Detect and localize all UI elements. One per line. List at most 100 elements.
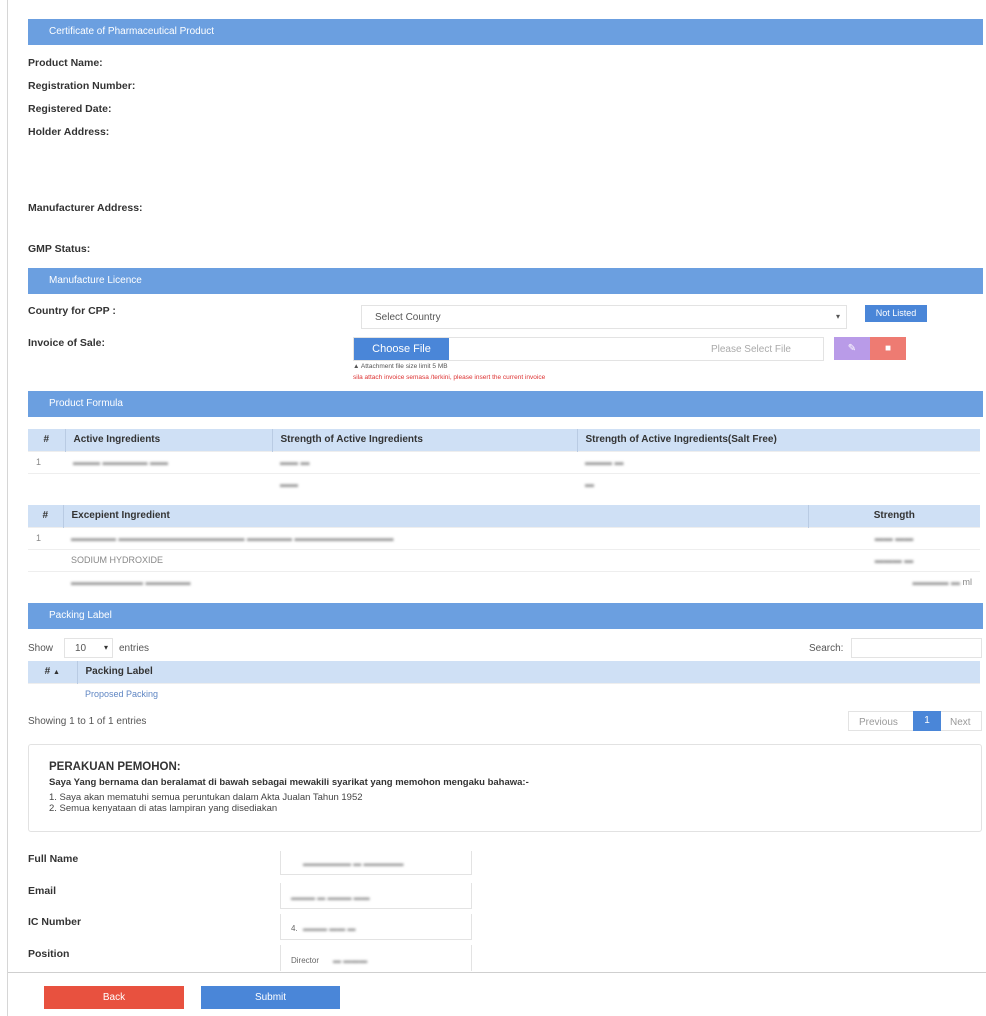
pencil-icon: ✎ — [847, 343, 857, 354]
country-label: Country for CPP : — [28, 305, 116, 317]
declaration-title: PERAKUAN PEMOHON: — [49, 761, 181, 773]
back-button[interactable]: Back — [44, 986, 184, 1009]
invoice-label: Invoice of Sale: — [28, 337, 106, 349]
col-excipient: Excepient Ingredient — [63, 505, 809, 527]
table-header-row: # Excepient Ingredient Strength — [28, 505, 980, 527]
cell-strength: ▬▬▬▬ ▬ ml — [808, 570, 980, 593]
cell-index: 1 — [28, 526, 63, 549]
cell-ingredient — [65, 472, 272, 495]
full-name-value: ▬▬▬▬▬▬ ▬ ▬▬▬▬▬ — [303, 859, 404, 868]
chevron-down-icon: ▾ — [835, 312, 840, 321]
showing-entries: Showing 1 to 1 of 1 entries — [28, 716, 147, 727]
cell-ingredient: ▬▬▬ ▬▬▬▬▬ ▬▬ — [65, 450, 272, 473]
choose-file-button[interactable]: Choose File — [354, 338, 449, 360]
cell-index — [28, 548, 63, 571]
cell-excipient: SODIUM HYDROXIDE — [63, 548, 808, 571]
manufacturer-address-label: Manufacturer Address: — [28, 202, 143, 214]
declaration-box: PERAKUAN PEMOHON: Saya Yang bernama dan … — [28, 744, 982, 832]
table-row: SODIUM HYDROXIDE ▬▬▬ ▬ — [28, 548, 980, 571]
packing-label-table: # ▲ Packing Label Proposed Packing — [28, 661, 980, 705]
position-field[interactable]: Director ▬ ▬▬▬ — [280, 945, 472, 971]
search-input[interactable] — [851, 638, 982, 658]
search-label: Search: — [809, 643, 844, 654]
chevron-down-icon: ▾ — [103, 643, 108, 652]
entries-label: entries — [119, 643, 150, 654]
col-strength: Strength of Active Ingredients — [272, 429, 578, 451]
position-redacted: ▬ ▬▬▬ — [333, 956, 368, 965]
cell-strength: ▬▬ ▬ — [272, 450, 577, 473]
invoice-warning: sila attach invoice semasa /terkini, ple… — [353, 374, 546, 381]
holder-address-label: Holder Address: — [28, 126, 110, 138]
table-row: Proposed Packing — [28, 682, 980, 705]
cell-index — [28, 570, 63, 593]
cell-strength-salt-free: ▬ — [577, 472, 980, 495]
full-name-label: Full Name — [28, 853, 79, 865]
table-header-row: # Active Ingredients Strength of Active … — [28, 429, 980, 451]
warning-icon: ▲ — [353, 363, 361, 370]
delete-file-button[interactable]: ■ — [870, 337, 906, 360]
country-select[interactable]: Select Country ▾ — [361, 305, 847, 329]
section-header-packing: Packing Label — [28, 603, 983, 629]
section-title: Manufacture Licence — [49, 275, 142, 286]
ic-number-redacted: ▬▬▬ ▬▬ ▬ — [303, 924, 356, 933]
previous-button[interactable]: Previous — [859, 717, 898, 728]
table-row: ▬▬ ▬ — [28, 472, 980, 495]
sort-asc-icon: ▲ — [52, 669, 60, 677]
attachment-note-text: Attachment file size limit 5 MB — [360, 363, 448, 370]
file-placeholder: Please Select File — [710, 344, 791, 355]
page-left-rule — [7, 0, 8, 1016]
declaration-item-1: 1. Saya akan mematuhi semua peruntukan d… — [49, 792, 363, 803]
next-button[interactable]: Next — [950, 717, 971, 728]
section-title: Packing Label — [49, 610, 112, 621]
full-name-field[interactable]: ▬▬▬▬▬▬ ▬ ▬▬▬▬▬ — [280, 851, 472, 875]
col-index-label: # — [44, 666, 51, 678]
section-header-cpp: Certificate of Pharmaceutical Product — [28, 19, 983, 45]
registration-number-label: Registration Number: — [28, 80, 136, 92]
not-listed-button[interactable]: Not Listed — [865, 305, 927, 322]
page-1-button[interactable]: 1 — [913, 711, 941, 731]
gmp-status-label: GMP Status: — [28, 243, 91, 255]
excipient-table: # Excepient Ingredient Strength 1 ▬▬▬▬▬ … — [28, 505, 980, 593]
edit-file-button[interactable]: ✎ — [834, 337, 870, 360]
position-label: Position — [28, 948, 70, 960]
table-row: 1 ▬▬▬ ▬▬▬▬▬ ▬▬ ▬▬ ▬ ▬▬▬ ▬ — [28, 450, 980, 473]
table-row: ▬▬▬▬▬▬▬▬ ▬▬▬▬▬ ▬▬▬▬ ▬ ml — [28, 570, 980, 593]
col-index: # — [28, 429, 66, 451]
col-index: # — [28, 505, 64, 527]
trash-icon: ■ — [884, 343, 892, 354]
email-field[interactable]: ▬▬▬ ▬ ▬▬▬ ▬▬ — [280, 883, 472, 909]
ic-number-field[interactable]: 4. ▬▬▬ ▬▬ ▬ — [280, 914, 472, 940]
ic-number-label: IC Number — [28, 916, 82, 928]
footer-divider — [8, 972, 986, 973]
section-title: Certificate of Pharmaceutical Product — [49, 26, 215, 37]
cell-strength: ▬▬ — [272, 472, 577, 495]
product-name-label: Product Name: — [28, 57, 103, 69]
excipient-unit: ml — [962, 577, 973, 588]
cell-index: 1 — [28, 450, 65, 473]
col-active-ingredients: Active Ingredients — [65, 429, 273, 451]
cell-strength-salt-free: ▬▬▬ ▬ — [577, 450, 980, 473]
pagination: Previous 1 Next — [848, 711, 982, 731]
page-size-value: 10 — [75, 643, 87, 654]
declaration-item-2: 2. Semua kenyataan di atas lampiran yang… — [49, 803, 278, 814]
email-value: ▬▬▬ ▬ ▬▬▬ ▬▬ — [291, 893, 370, 902]
col-index[interactable]: # ▲ — [28, 661, 78, 683]
cell-index — [28, 472, 65, 495]
cell-strength: ▬▬▬ ▬ — [808, 548, 980, 571]
page-size-select[interactable]: 10 ▾ — [64, 638, 113, 658]
submit-button[interactable]: Submit — [201, 986, 340, 1009]
col-strength-salt-free: Strength of Active Ingredients(Salt Free… — [577, 429, 980, 451]
active-ingredients-table: # Active Ingredients Strength of Active … — [28, 429, 980, 495]
section-header-licence: Manufacture Licence — [28, 268, 983, 294]
attachment-note: ▲ Attachment file size limit 5 MB — [353, 363, 448, 370]
cell-excipient: ▬▬▬▬▬ ▬▬▬▬▬▬▬▬▬▬▬▬▬▬ ▬▬▬▬▬ ▬▬▬▬▬▬▬▬▬▬▬ — [63, 526, 808, 549]
country-select-value: Select Country — [375, 312, 441, 323]
registered-date-label: Registered Date: — [28, 103, 112, 115]
excipient-name: SODIUM HYDROXIDE — [71, 555, 164, 565]
packing-link[interactable]: Proposed Packing — [85, 689, 158, 699]
cell-strength: ▬▬ ▬▬ — [808, 526, 980, 549]
col-packing-label[interactable]: Packing Label — [77, 661, 980, 683]
section-title: Product Formula — [49, 398, 123, 409]
table-row: 1 ▬▬▬▬▬ ▬▬▬▬▬▬▬▬▬▬▬▬▬▬ ▬▬▬▬▬ ▬▬▬▬▬▬▬▬▬▬▬… — [28, 526, 980, 549]
cell-packing-label: Proposed Packing — [77, 682, 980, 705]
